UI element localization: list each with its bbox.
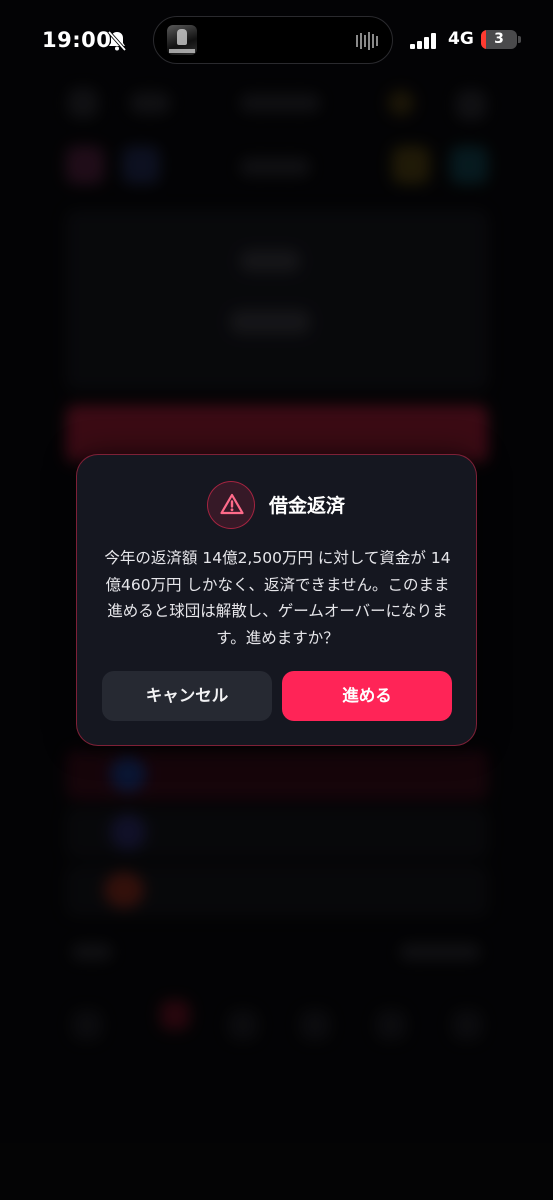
cancel-button[interactable]: キャンセル (102, 671, 272, 721)
dialog-title: 借金返済 (269, 495, 346, 517)
bell-slash-icon (107, 30, 127, 52)
audio-wave-icon (356, 32, 378, 50)
dynamic-island[interactable] (153, 16, 393, 64)
network-type: 4G (448, 29, 474, 49)
proceed-button[interactable]: 進める (282, 671, 452, 721)
loan-repayment-dialog: 借金返済 今年の返済額 14億2,500万円 に対して資金が 14億460万円 … (76, 454, 477, 746)
album-art-thumbnail (167, 25, 197, 55)
warning-triangle-icon (220, 493, 244, 515)
dialog-message: 今年の返済額 14億2,500万円 に対して資金が 14億460万円 しかなく、… (104, 549, 451, 647)
status-bar: 19:00 4G 3 (0, 0, 553, 80)
status-time: 19:00 (42, 28, 112, 52)
battery-icon: 3 (481, 30, 517, 49)
dialog-header: 借金返済 (77, 481, 476, 531)
signal-icon (410, 33, 436, 49)
battery-tip (518, 36, 521, 43)
battery-level: 3 (494, 31, 504, 47)
warning-badge (207, 481, 255, 529)
